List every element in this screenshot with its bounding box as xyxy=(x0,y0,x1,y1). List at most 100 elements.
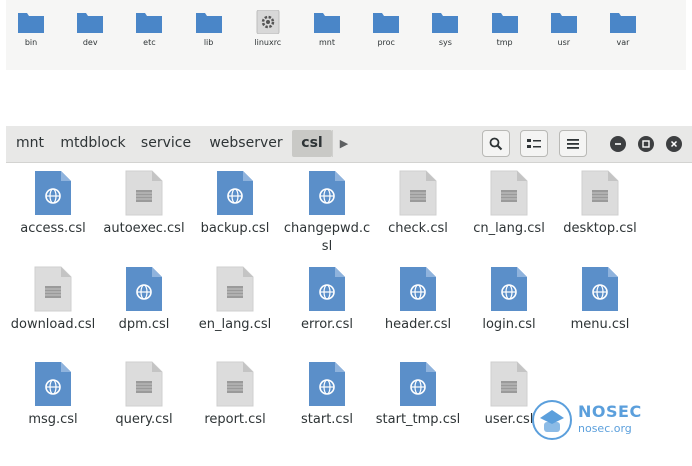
file-name-label: report.csl xyxy=(204,412,266,427)
search-icon xyxy=(489,137,503,150)
file-item[interactable]: menu.csl xyxy=(555,266,645,356)
file-name-label: changepwd.csl xyxy=(283,221,371,254)
root-item-label: sys xyxy=(438,38,452,47)
file-item[interactable]: desktop.csl xyxy=(555,170,645,260)
text-file-icon xyxy=(490,170,528,216)
file-item[interactable]: dpm.csl xyxy=(99,266,189,356)
file-name-label: access.csl xyxy=(20,221,86,236)
root-item-label: linuxrc xyxy=(254,38,282,47)
maximize-button[interactable] xyxy=(638,136,654,152)
root-item-bin[interactable]: bin xyxy=(6,10,56,58)
file-item[interactable]: autoexec.csl xyxy=(99,170,189,260)
web-file-icon xyxy=(217,171,253,215)
file-name-label: en_lang.csl xyxy=(198,317,272,332)
file-item[interactable]: start_tmp.csl xyxy=(373,361,463,451)
close-button[interactable] xyxy=(666,136,682,152)
watermark-name: NOSEC xyxy=(578,402,642,421)
web-file-icon xyxy=(400,267,436,311)
watermark-url: nosec.org xyxy=(578,422,632,435)
minimize-button[interactable] xyxy=(610,136,626,152)
web-file-icon xyxy=(582,267,618,311)
root-item-label: var xyxy=(616,38,630,47)
breadcrumb-csl[interactable]: csl xyxy=(292,130,332,157)
file-name-label: dpm.csl xyxy=(118,317,170,332)
executable-gear-icon xyxy=(256,10,280,34)
nosec-logo-icon xyxy=(532,400,572,440)
file-item[interactable]: header.csl xyxy=(373,266,463,356)
file-item[interactable]: report.csl xyxy=(190,361,280,451)
folder-icon xyxy=(491,13,518,33)
web-file-icon xyxy=(309,267,345,311)
root-item-usr[interactable]: usr xyxy=(539,10,589,58)
web-file-icon xyxy=(35,362,71,406)
root-item-sys[interactable]: sys xyxy=(420,10,470,58)
file-name-label: download.csl xyxy=(10,317,96,332)
text-file-icon xyxy=(216,266,254,312)
text-file-icon xyxy=(490,361,528,407)
folder-icon xyxy=(432,13,459,33)
file-item[interactable]: cn_lang.csl xyxy=(464,170,554,260)
web-file-icon xyxy=(309,362,345,406)
root-item-label: usr xyxy=(557,38,571,47)
folder-icon xyxy=(610,13,636,33)
text-file-icon xyxy=(216,361,254,407)
file-name-label: backup.csl xyxy=(200,221,270,236)
web-file-icon xyxy=(400,362,436,406)
file-item[interactable]: login.csl xyxy=(464,266,554,356)
header-bar: mnt mtdblock service webserver csl ▶ xyxy=(6,126,692,163)
file-name-label: menu.csl xyxy=(570,317,630,332)
root-item-mnt[interactable]: mnt xyxy=(302,10,352,58)
web-file-icon xyxy=(126,267,162,311)
file-item[interactable]: en_lang.csl xyxy=(190,266,280,356)
hamburger-menu-icon xyxy=(567,138,579,149)
breadcrumb-service[interactable]: service xyxy=(134,130,198,157)
root-item-linuxrc[interactable]: linuxrc xyxy=(243,10,293,58)
file-item[interactable]: query.csl xyxy=(99,361,189,451)
folder-icon xyxy=(314,13,340,33)
file-item[interactable]: check.csl xyxy=(373,170,463,260)
file-name-label: msg.csl xyxy=(28,412,78,427)
file-item[interactable]: backup.csl xyxy=(190,170,280,260)
file-item[interactable]: start.csl xyxy=(282,361,372,451)
root-item-tmp[interactable]: tmp xyxy=(480,10,530,58)
close-icon xyxy=(670,140,678,148)
file-name-label: start_tmp.csl xyxy=(375,412,461,427)
view-toggle-button[interactable] xyxy=(520,130,548,157)
text-file-icon xyxy=(125,170,163,216)
folder-icon xyxy=(550,13,577,33)
search-button[interactable] xyxy=(482,130,510,157)
root-item-etc[interactable]: etc xyxy=(124,10,174,58)
menu-button[interactable] xyxy=(559,130,587,157)
breadcrumb-forward-arrow-icon[interactable]: ▶ xyxy=(332,130,355,157)
file-name-label: start.csl xyxy=(301,412,353,427)
folder-icon xyxy=(77,13,104,33)
root-item-dev[interactable]: dev xyxy=(65,10,115,58)
breadcrumb-mnt[interactable]: mnt xyxy=(8,130,52,157)
root-item-label: tmp xyxy=(496,38,513,47)
file-item[interactable]: download.csl xyxy=(8,266,98,356)
nosec-watermark: NOSEC nosec.org xyxy=(528,396,668,446)
root-item-label: proc xyxy=(377,38,395,47)
breadcrumb-mtdblock[interactable]: mtdblock xyxy=(54,130,132,157)
text-file-icon xyxy=(581,170,619,216)
folder-icon xyxy=(373,13,400,33)
file-name-label: check.csl xyxy=(388,221,448,236)
web-file-icon xyxy=(309,171,345,215)
root-item-var[interactable]: var xyxy=(598,10,648,58)
file-name-label: error.csl xyxy=(301,317,353,332)
file-name-label: query.csl xyxy=(115,412,173,427)
root-folder-strip: bin dev etc lib linuxrc mnt proc sys tmp usr var xyxy=(6,0,686,70)
file-name-label: header.csl xyxy=(384,317,452,332)
text-file-icon xyxy=(125,361,163,407)
root-item-label: mnt xyxy=(319,38,335,47)
text-file-icon xyxy=(399,170,437,216)
file-item[interactable]: access.csl xyxy=(8,170,98,260)
text-file-icon xyxy=(34,266,72,312)
file-item[interactable]: changepwd.csl xyxy=(282,170,372,260)
breadcrumb-webserver[interactable]: webserver xyxy=(202,130,290,157)
root-item-lib[interactable]: lib xyxy=(184,10,234,58)
folder-icon xyxy=(136,13,163,33)
root-item-proc[interactable]: proc xyxy=(361,10,411,58)
file-item[interactable]: error.csl xyxy=(282,266,372,356)
file-item[interactable]: msg.csl xyxy=(8,361,98,451)
